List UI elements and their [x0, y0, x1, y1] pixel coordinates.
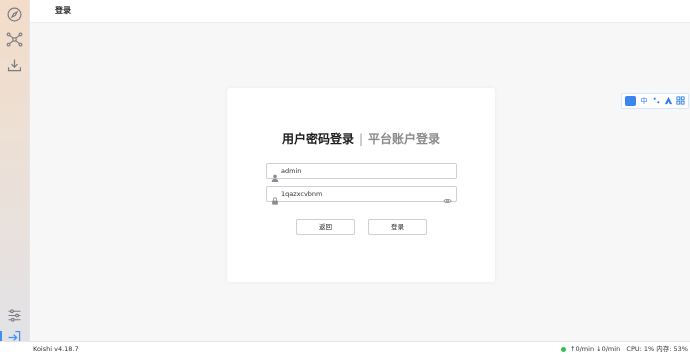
active-indicator [0, 331, 2, 341]
tab-user-password[interactable]: 用户密码登录 [282, 132, 354, 146]
lock-icon [271, 190, 279, 205]
sliders-icon[interactable] [6, 307, 23, 324]
download-icon[interactable] [6, 57, 23, 74]
eye-icon[interactable] [443, 190, 452, 204]
login-tabs: 用户密码登录 | 平台账户登录 [227, 130, 495, 147]
status-bar: Koishi v4.18.7 ↑0/min ↓0/min CPU: 1% 内存:… [0, 341, 690, 356]
back-button[interactable]: 返回 [296, 219, 355, 235]
skin-icon[interactable] [663, 96, 673, 106]
login-card: 用户密码登录 | 平台账户登录 返回 登录 [227, 88, 495, 282]
password-field [266, 186, 457, 205]
memory-usage: 内存: 53% [656, 345, 688, 353]
login-button[interactable]: 登录 [368, 219, 427, 235]
status-metrics: ↑0/min ↓0/min CPU: 1% 内存: 53% [560, 342, 688, 356]
tab-platform-account[interactable]: 平台账户登录 [368, 132, 440, 146]
floating-toolbar: 中 [621, 93, 689, 109]
password-input[interactable] [281, 188, 441, 199]
main-area: 登录 用户密码登录 | 平台账户登录 返回 登录 [29, 0, 690, 341]
punctuation-icon[interactable] [651, 96, 661, 106]
language-toggle[interactable]: 中 [639, 96, 649, 106]
ime-logo-icon[interactable] [625, 96, 636, 106]
version-label: Koishi v4.18.7 [33, 345, 79, 353]
grid-icon[interactable] [675, 96, 685, 106]
username-field [266, 163, 457, 182]
topbar: 登录 [30, 0, 690, 23]
compass-icon[interactable] [6, 6, 23, 23]
online-status-dot [560, 346, 566, 352]
user-icon [271, 167, 279, 182]
username-input[interactable] [281, 165, 441, 176]
tab-separator: | [358, 132, 364, 146]
network-icon[interactable] [6, 31, 23, 48]
page-title: 登录 [55, 6, 71, 15]
upload-rate: 0/min [575, 345, 595, 353]
cpu-usage: CPU: 1% [626, 345, 655, 353]
sidebar [0, 0, 29, 345]
download-rate: 0/min [601, 345, 621, 353]
